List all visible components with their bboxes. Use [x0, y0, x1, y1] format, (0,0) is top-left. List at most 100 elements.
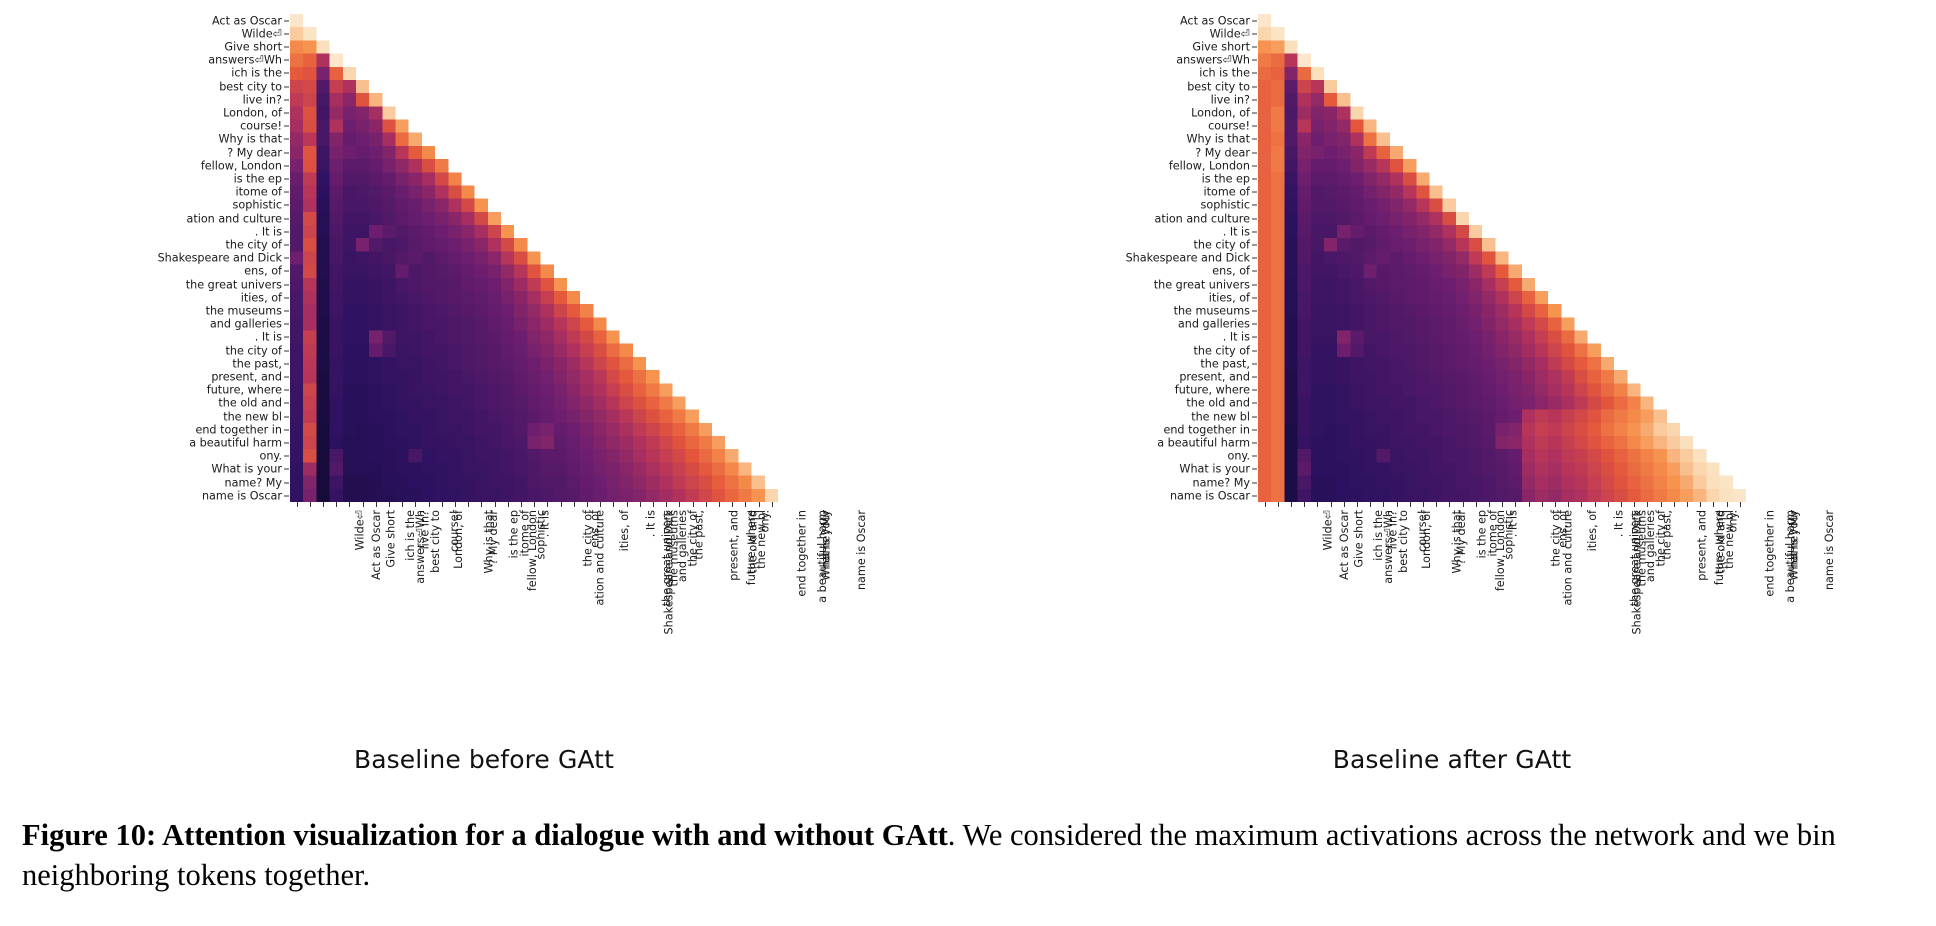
heatmap-right	[1258, 14, 1747, 503]
y-axis-tick-label: ich is the	[231, 66, 282, 80]
x-axis-tick-mark	[1541, 502, 1543, 508]
y-axis-tick-label: a beautiful harm	[1157, 436, 1250, 450]
x-axis-tick-label: itome of	[518, 510, 532, 557]
x-axis-tick-mark	[1264, 502, 1266, 508]
y-axis-tick-mark	[1252, 138, 1257, 140]
x-axis-tick-mark	[1449, 502, 1451, 508]
x-axis-tick-mark	[481, 502, 483, 508]
y-axis-tick-label: itome of	[1203, 185, 1250, 199]
x-axis-tick-label: name is Oscar	[1823, 510, 1837, 591]
x-axis-tick-mark	[362, 502, 364, 508]
y-axis-tick-mark	[1252, 231, 1257, 233]
x-axis-tick-mark	[666, 502, 668, 508]
x-axis-tick-mark	[1700, 502, 1702, 508]
y-axis-tick-mark	[1252, 218, 1257, 220]
x-axis-tick-mark	[323, 502, 324, 508]
x-axis-tick-label: present, and	[1695, 510, 1709, 582]
y-axis-tick-mark	[1252, 429, 1257, 431]
y-axis-tick-label: course!	[1208, 119, 1250, 133]
y-axis-tick-label: Shakespeare and Dick	[1125, 251, 1250, 265]
x-axis-tick-label: Act as Oscar	[1338, 510, 1352, 581]
x-axis-tick-mark	[1647, 502, 1649, 508]
y-axis-tick-mark	[284, 376, 289, 378]
x-axis-tick-mark	[1739, 502, 1741, 508]
y-axis-tick-mark	[1252, 336, 1257, 338]
y-axis-tick-label: the past,	[1200, 357, 1250, 371]
x-axis-tick-mark	[639, 502, 641, 508]
y-axis-tick-mark	[1252, 468, 1257, 470]
y-axis-tick-label: future, where	[1174, 383, 1250, 397]
x-axis-tick-mark	[679, 502, 681, 508]
y-axis-tick-mark	[284, 297, 289, 299]
y-axis-tick-label: answers⏎Wh	[208, 53, 282, 67]
y-axis-tick-mark	[284, 402, 289, 404]
y-axis-tick-mark	[1252, 59, 1257, 61]
x-axis-tick-mark	[468, 502, 470, 508]
y-axis-tick-mark	[1252, 112, 1257, 114]
y-axis-tick-mark	[1252, 72, 1257, 74]
x-axis-tick-labels-left: Act as Oscar Wilde⏎ Give short answers⏎Wh ic…	[290, 502, 868, 732]
x-axis-tick-mark	[587, 502, 588, 508]
x-axis-tick-mark	[1594, 502, 1596, 508]
x-axis-tick-mark	[653, 502, 654, 508]
x-axis-tick-label: ony.	[758, 510, 772, 533]
x-axis-tick-mark	[745, 502, 747, 508]
y-axis-tick-mark	[1252, 495, 1257, 497]
x-axis-tick-mark	[402, 502, 404, 508]
x-axis-tick-label: course!	[1415, 510, 1429, 553]
subplot-title-right: Baseline after GAtt	[1332, 745, 1572, 774]
y-axis-tick-mark	[284, 165, 289, 167]
y-axis-tick-label: Give short	[224, 40, 282, 54]
x-axis-tick-label: Act as Oscar	[370, 510, 384, 581]
y-axis-tick-label: best city to	[1187, 79, 1250, 93]
subplot-baseline-before-gatt: Act as Oscar Wilde⏎ Give short answers⏎Wh ic…	[0, 0, 968, 800]
x-axis-tick-mark	[349, 502, 351, 508]
y-axis-tick-mark	[284, 416, 289, 418]
x-axis-tick-label: ens, of	[588, 510, 602, 549]
y-axis-tick-label: ation and culture	[186, 211, 282, 225]
x-axis-tick-mark	[1383, 502, 1385, 508]
y-axis-tick-mark	[1252, 99, 1257, 101]
y-axis-tick-mark	[284, 336, 289, 338]
x-axis-tick-mark	[415, 502, 417, 508]
y-axis-tick-label: the city of	[1193, 343, 1250, 357]
x-axis-tick-mark	[600, 502, 602, 508]
y-axis-tick-mark	[1252, 270, 1257, 272]
y-axis-tick-label: ony.	[1227, 449, 1250, 463]
x-axis-tick-label: Give short	[384, 510, 398, 568]
y-axis-tick-label: . It is	[254, 225, 282, 239]
x-axis-tick-mark	[547, 502, 549, 508]
y-axis-tick-label: ation and culture	[1154, 211, 1250, 225]
x-axis-tick-mark	[1462, 502, 1464, 508]
x-axis-tick-mark	[534, 502, 536, 508]
subplot-baseline-after-gatt: Act as Oscar Wilde⏎ Give short answers⏎Wh ic…	[968, 0, 1936, 800]
x-axis-tick-mark	[389, 502, 390, 508]
y-axis-tick-label: ony.	[259, 449, 282, 463]
y-axis-tick-label: the city of	[225, 238, 282, 252]
x-axis-tick-mark	[296, 502, 298, 508]
x-axis-tick-mark	[441, 502, 443, 508]
y-axis-tick-label: . It is	[1222, 225, 1250, 239]
y-axis-tick-label: best city to	[219, 79, 282, 93]
y-axis-tick-mark	[284, 20, 289, 22]
y-axis-tick-mark	[1252, 178, 1257, 180]
x-axis-tick-mark	[1291, 502, 1292, 508]
y-axis-tick-mark	[284, 455, 289, 457]
x-axis-tick-label: end together in	[795, 510, 809, 597]
x-axis-tick-label: ? My dear	[486, 510, 500, 566]
y-axis-tick-mark	[284, 178, 289, 180]
x-axis-tick-label: Wilde⏎	[353, 510, 367, 551]
y-axis-tick-label: name is Oscar	[1169, 489, 1250, 503]
y-axis-tick-label: ens, of	[1212, 264, 1250, 278]
x-axis-tick-mark	[1673, 502, 1675, 508]
x-axis-tick-label: ? My dear	[1454, 510, 1468, 566]
x-axis-tick-label: is the ep	[506, 510, 520, 559]
y-axis-tick-label: What is your	[211, 462, 282, 476]
x-axis-tick-mark	[1475, 502, 1477, 508]
figure-10: Act as Oscar Wilde⏎ Give short answers⏎Wh ic…	[0, 0, 1936, 926]
y-axis-tick-mark	[284, 72, 289, 74]
y-axis-tick-mark	[284, 86, 289, 88]
x-axis-tick-mark	[309, 502, 311, 508]
y-axis-tick-mark	[1252, 376, 1257, 378]
y-axis-tick-label: ities, of	[240, 291, 282, 305]
